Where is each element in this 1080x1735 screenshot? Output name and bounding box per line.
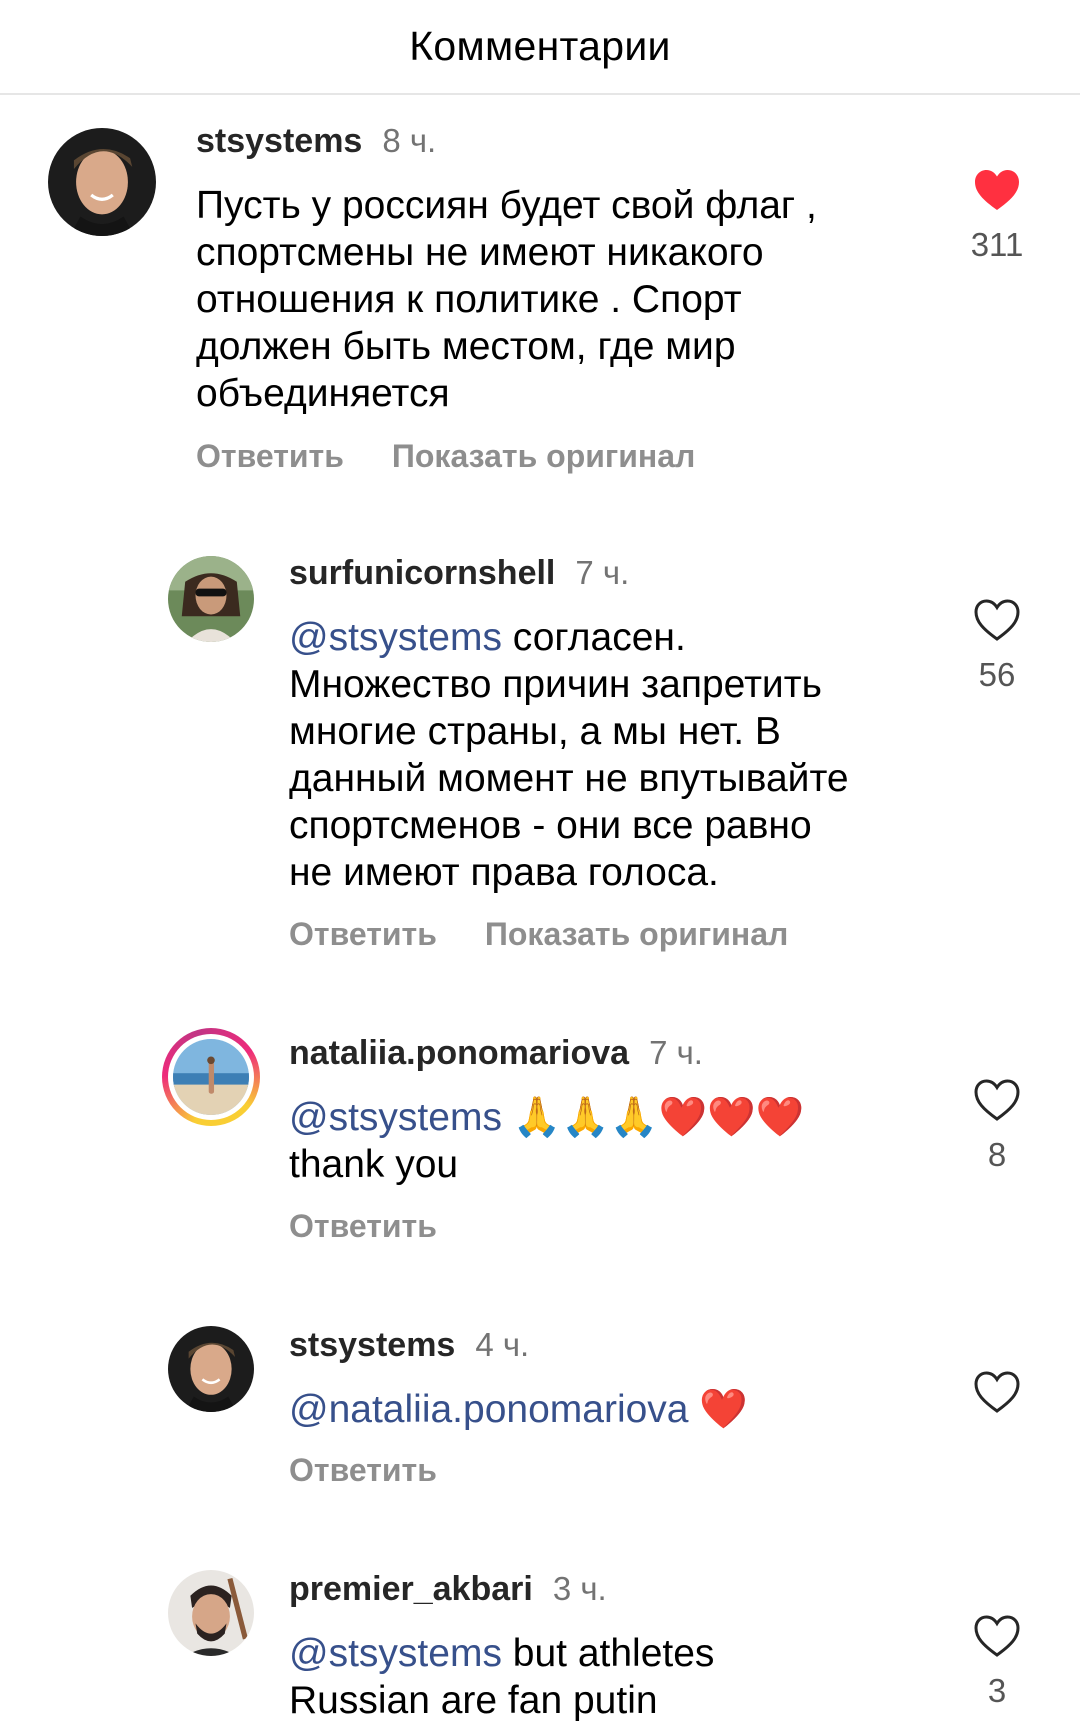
comment-meta: surfunicornshell 7 ч. bbox=[289, 554, 629, 593]
comment-line: Множество причин запретить bbox=[289, 663, 822, 706]
page-title: Комментарии bbox=[409, 23, 671, 69]
avatar[interactable] bbox=[168, 1570, 254, 1656]
comment-actions: Ответить Показать оригинал bbox=[196, 438, 695, 475]
heart-filled-icon[interactable] bbox=[973, 168, 1021, 212]
avatar-photo bbox=[168, 1326, 254, 1412]
reply-button[interactable]: Ответить bbox=[289, 1452, 437, 1489]
comment-line: не имеют права голоса. bbox=[289, 851, 719, 894]
comment-meta: stsystems 4 ч. bbox=[289, 1326, 529, 1365]
like-control: 3 bbox=[952, 1614, 1042, 1710]
emoji: 🙏🙏🙏❤️❤️❤️ bbox=[512, 1095, 805, 1140]
avatar-photo bbox=[173, 1039, 249, 1115]
comment-actions: Ответить bbox=[289, 1452, 437, 1489]
comment-line: должен быть местом, где мир bbox=[196, 325, 736, 368]
comment-line: thank you bbox=[289, 1143, 459, 1186]
like-count: 8 bbox=[987, 1136, 1007, 1173]
comment-text: @nataliia.ponomariova ❤️ bbox=[289, 1386, 748, 1433]
mention-link[interactable]: @stsystems bbox=[289, 616, 502, 659]
comment-line: отношения к политике . Спорт bbox=[196, 278, 742, 321]
comment-meta: premier_akbari 3 ч. bbox=[289, 1570, 607, 1609]
heart-outline-icon[interactable] bbox=[973, 1078, 1021, 1122]
timestamp: 7 ч. bbox=[649, 1034, 703, 1071]
heart-outline-icon[interactable] bbox=[973, 598, 1021, 642]
avatar[interactable] bbox=[48, 128, 156, 236]
mention-link[interactable]: @stsystems bbox=[289, 1632, 502, 1675]
like-count: 56 bbox=[978, 656, 1016, 693]
comment-line: согласен. bbox=[501, 616, 686, 659]
reply-button[interactable]: Ответить bbox=[196, 438, 344, 475]
like-control bbox=[952, 1370, 1042, 1428]
like-count: 311 bbox=[970, 226, 1024, 263]
comment-line: спортсмены не имеют никакого bbox=[196, 231, 764, 274]
comment-text: @stsystems but athletes Russian are fan … bbox=[289, 1630, 714, 1724]
username[interactable]: nataliia.ponomariova bbox=[289, 1034, 629, 1072]
comment-actions: Ответить Показать оригинал bbox=[289, 916, 788, 953]
username[interactable]: premier_akbari bbox=[289, 1570, 533, 1608]
avatar[interactable] bbox=[168, 556, 254, 642]
username[interactable]: stsystems bbox=[196, 122, 362, 160]
comment-meta: nataliia.ponomariova 7 ч. bbox=[289, 1034, 703, 1073]
like-control: 311 bbox=[952, 168, 1042, 264]
like-count: 3 bbox=[987, 1672, 1007, 1709]
comment-text: @stsystems 🙏🙏🙏❤️❤️❤️ thank you bbox=[289, 1094, 804, 1188]
comment-line: but athletes bbox=[501, 1632, 715, 1675]
avatar-story-ring[interactable] bbox=[162, 1028, 260, 1126]
heart-outline-icon[interactable] bbox=[973, 1370, 1021, 1414]
avatar-photo bbox=[168, 1570, 254, 1656]
timestamp: 3 ч. bbox=[552, 1570, 607, 1607]
comment-line: Russian are fan putin bbox=[289, 1679, 658, 1722]
reply-button[interactable]: Ответить bbox=[289, 916, 437, 953]
comment-line: спортсменов - они все равно bbox=[289, 804, 812, 847]
comment-actions: Ответить bbox=[289, 1208, 437, 1245]
comment-line: многие страны, а мы нет. В bbox=[289, 710, 781, 753]
comment-line: данный момент не впутывайте bbox=[289, 757, 849, 800]
like-control: 56 bbox=[952, 598, 1042, 694]
avatar-photo bbox=[168, 556, 254, 642]
username[interactable]: stsystems bbox=[289, 1326, 455, 1364]
username[interactable]: surfunicornshell bbox=[289, 554, 555, 592]
reply-button[interactable]: Ответить bbox=[289, 1208, 437, 1245]
comment-text: @stsystems согласен. Множество причин за… bbox=[289, 614, 849, 896]
header: Комментарии bbox=[0, 0, 1080, 95]
comment-line: объединяется bbox=[196, 372, 450, 415]
timestamp: 7 ч. bbox=[575, 554, 630, 591]
mention-link[interactable]: @nataliia.ponomariova bbox=[289, 1388, 688, 1431]
heart-outline-icon[interactable] bbox=[973, 1614, 1021, 1658]
avatar[interactable] bbox=[168, 1326, 254, 1412]
comment-line: Пусть у россиян будет свой флаг , bbox=[196, 184, 817, 227]
avatar-photo bbox=[48, 128, 156, 236]
mention-link[interactable]: @stsystems bbox=[289, 1096, 502, 1139]
like-control: 8 bbox=[952, 1078, 1042, 1174]
comment-text: Пусть у россиян будет свой флаг , спортс… bbox=[196, 182, 817, 417]
show-original-button[interactable]: Показать оригинал bbox=[392, 438, 695, 475]
emoji: ❤️ bbox=[699, 1387, 748, 1432]
timestamp: 8 ч. bbox=[382, 122, 437, 159]
show-original-button[interactable]: Показать оригинал bbox=[485, 916, 788, 953]
timestamp: 4 ч. bbox=[475, 1326, 530, 1363]
comment-meta: stsystems 8 ч. bbox=[196, 122, 436, 161]
